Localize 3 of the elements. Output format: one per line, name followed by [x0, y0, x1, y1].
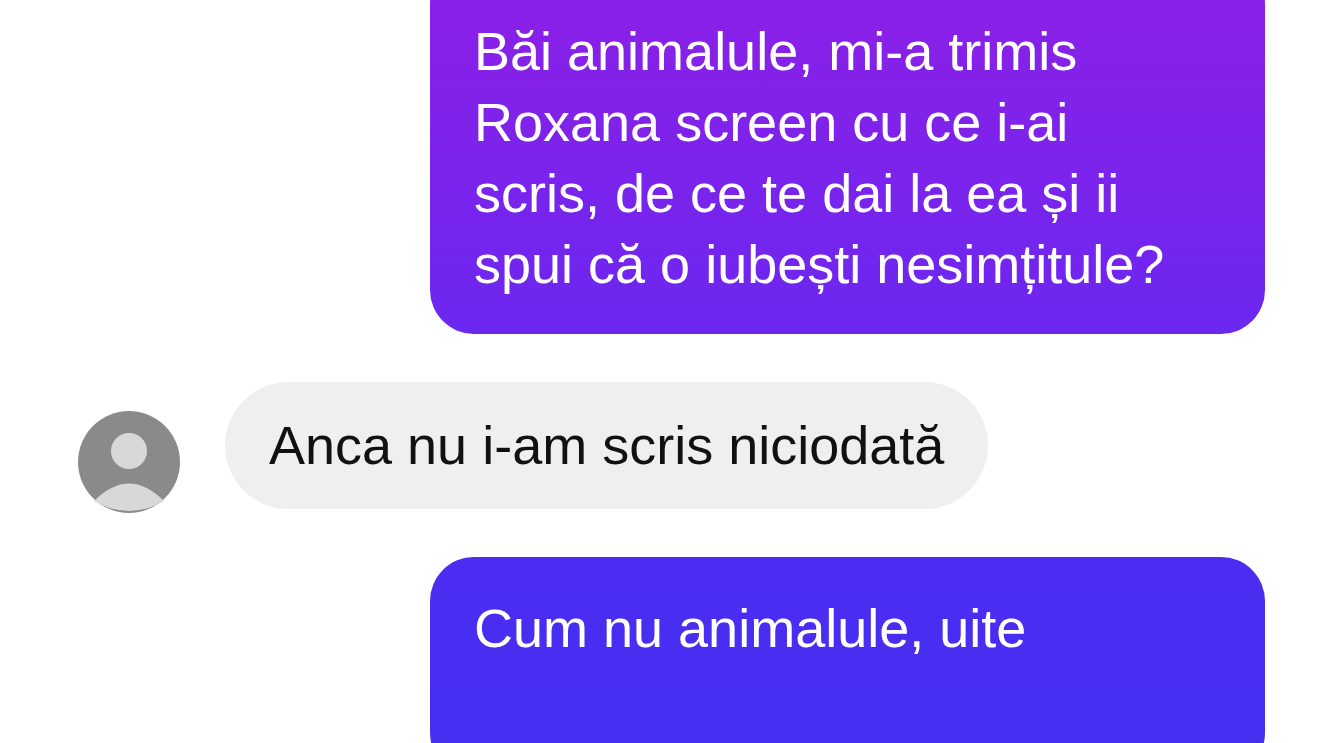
message-bubble: Cum nu animalule, uite: [430, 557, 1265, 743]
message-bubble: Anca nu i-am scris niciodată: [225, 382, 989, 509]
message-bubble: Băi animalule, mi-a trimis Roxana screen cu ce i-ai scris, de ce te dai la ea și ii spui că o iubești nesimțitule?: [430, 0, 1265, 334]
